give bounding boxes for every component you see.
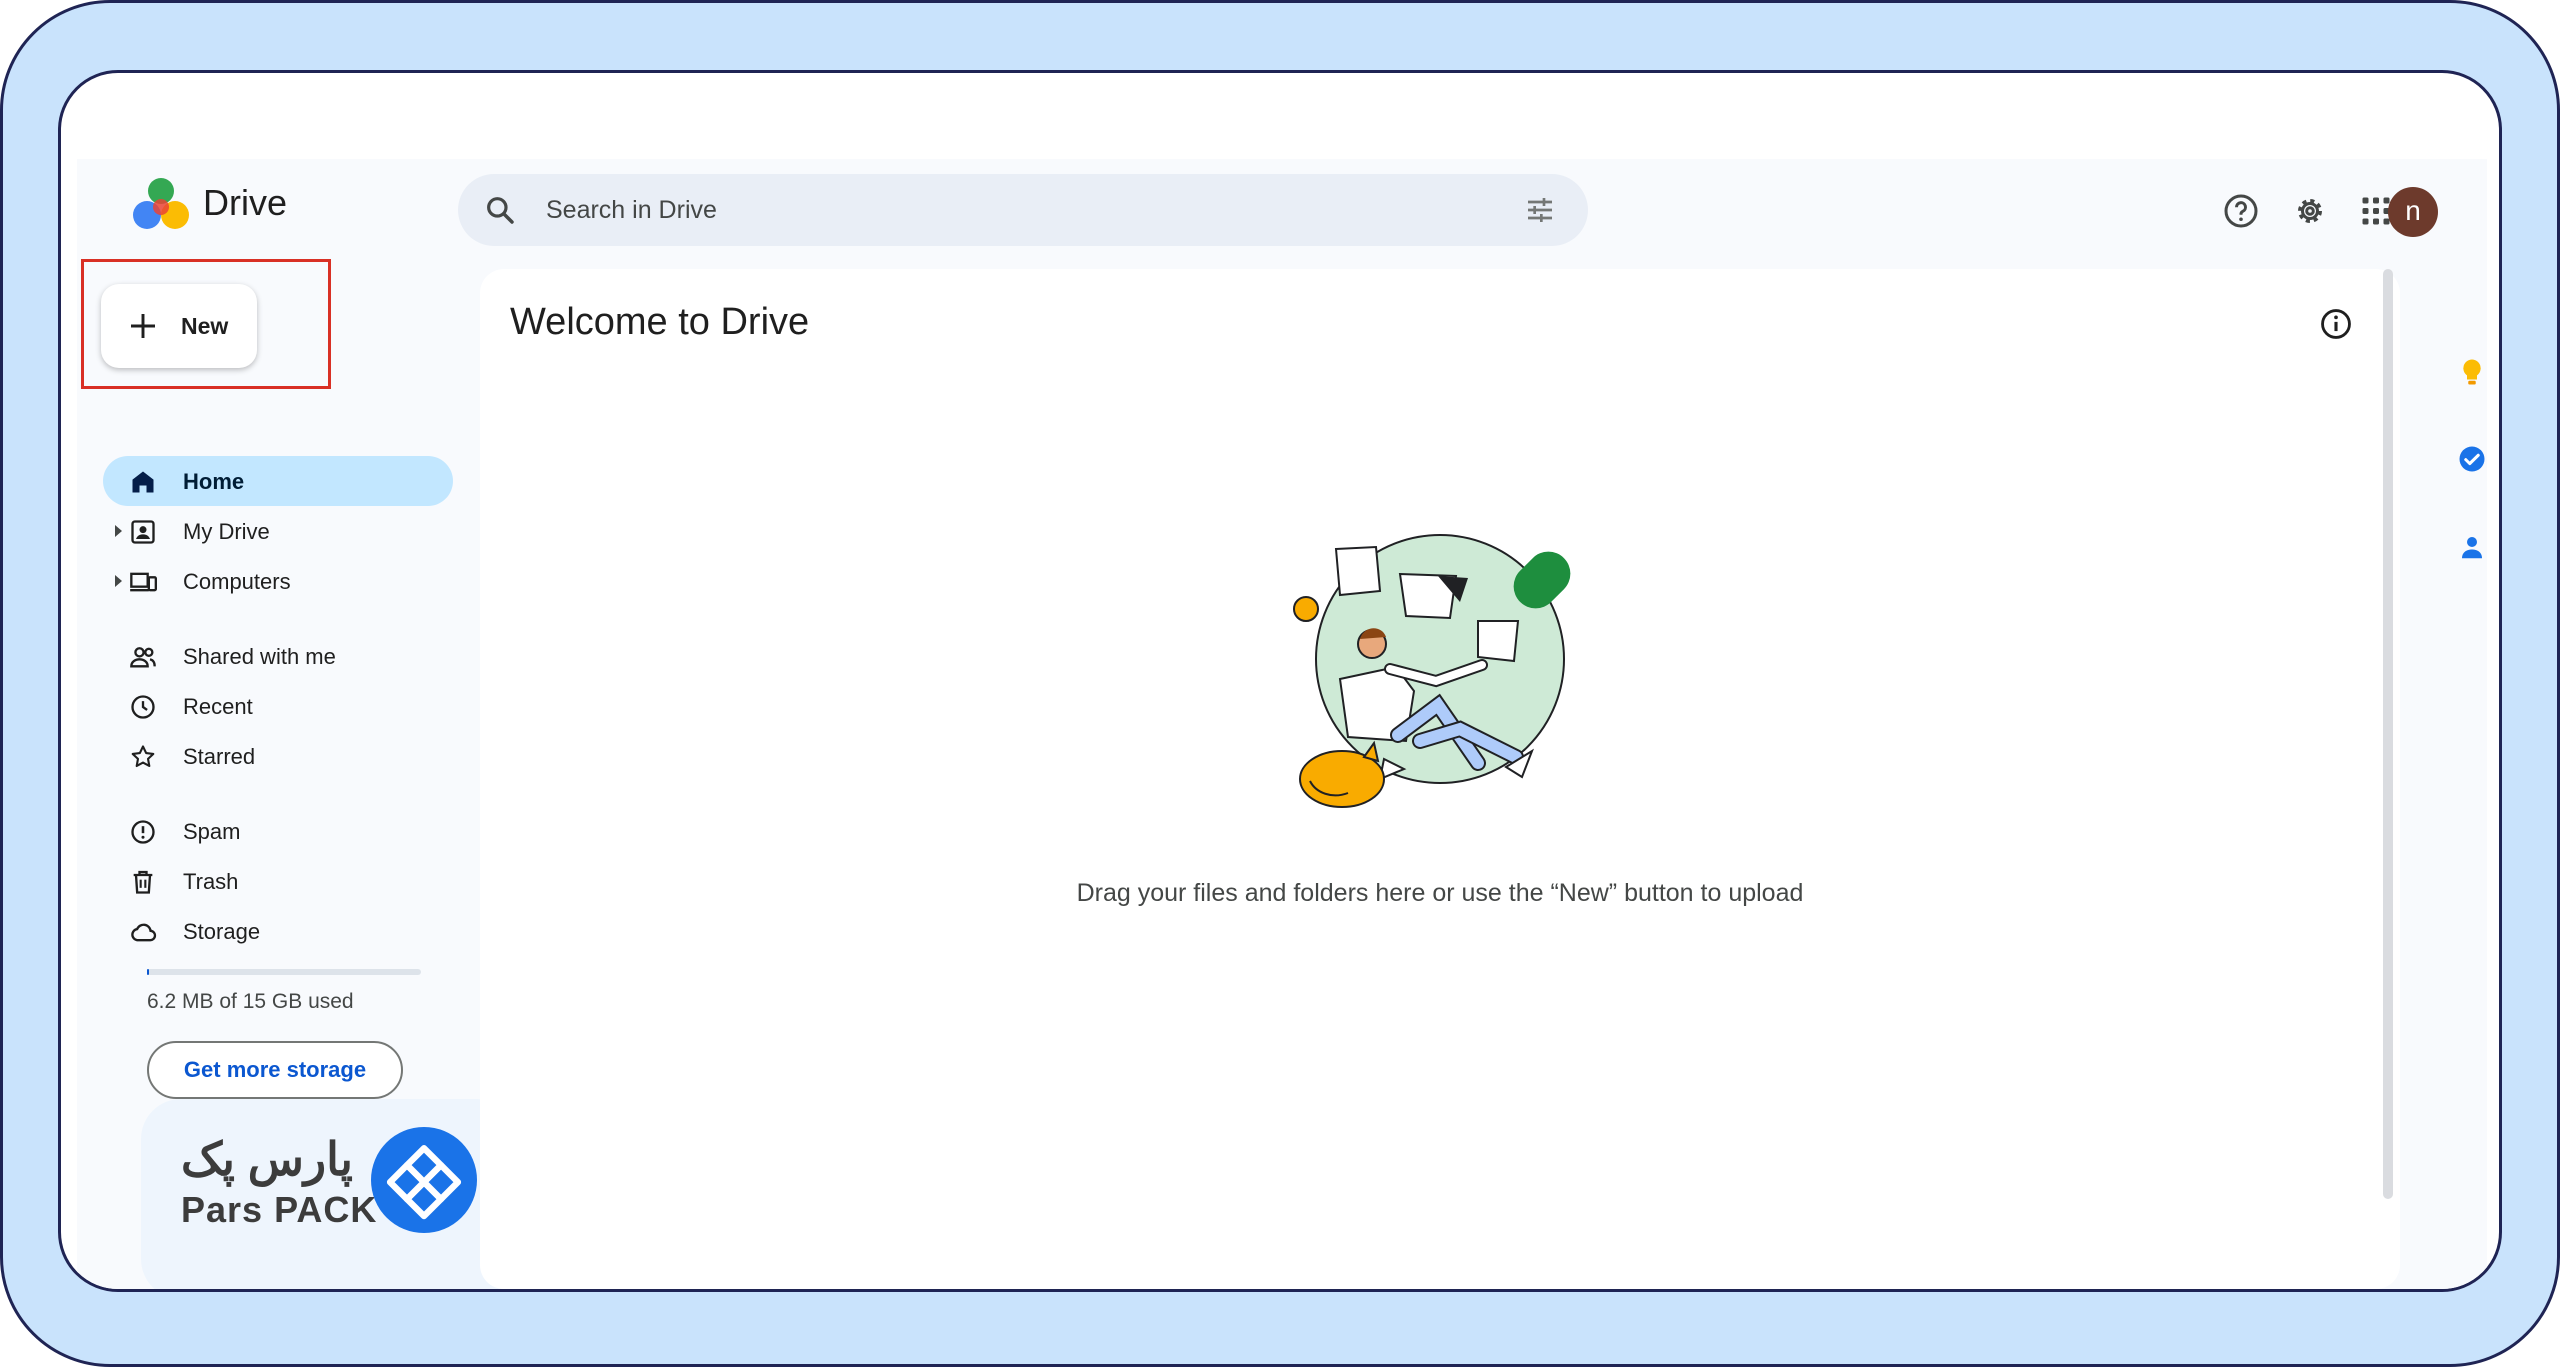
sidebar-item-label: My Drive [183, 519, 270, 544]
cloud-icon [131, 923, 157, 942]
parspack-logo-icon [371, 1127, 477, 1233]
sidebar-item-label: Starred [183, 744, 256, 769]
watermark-english-text: Pars PACK [181, 1189, 378, 1230]
sidebar-item-label: Trash [183, 869, 239, 894]
drive-logo-icon[interactable] [132, 177, 190, 231]
new-button-label: New [181, 313, 229, 339]
watermark-persian-text: پارس پک [181, 1133, 353, 1185]
search-icon[interactable] [484, 194, 516, 226]
search-bar[interactable]: Search in Drive [458, 174, 1588, 246]
computers-icon [130, 572, 157, 592]
sidebar-item-label: Shared with me [183, 644, 336, 669]
tasks-icon[interactable] [2457, 444, 2487, 474]
settings-gear-icon[interactable] [2292, 193, 2328, 229]
drive-app: Drive Search in Drive n New Home My Driv… [77, 159, 2487, 1289]
main-content-panel: Welcome to Drive Drag your files and fol… [480, 269, 2400, 1289]
home-icon [132, 471, 154, 493]
search-input[interactable]: Search in Drive [546, 194, 717, 226]
sidebar-item-label: Recent [183, 694, 253, 719]
sidebar-item-label: Computers [183, 569, 291, 594]
sidebar-item-my-drive[interactable]: My Drive [103, 506, 453, 556]
app-name[interactable]: Drive [203, 179, 287, 227]
expand-caret-icon[interactable] [115, 525, 122, 537]
sidebar-item-label: Storage [183, 919, 261, 944]
account-avatar[interactable]: n [2388, 187, 2438, 237]
info-icon[interactable] [2319, 307, 2353, 341]
spam-icon [131, 820, 155, 844]
sidebar-item-trash[interactable]: Trash [103, 856, 453, 906]
plus-icon [131, 314, 155, 338]
get-more-storage-button[interactable]: Get more storage [147, 1041, 403, 1099]
sidebar-item-spam[interactable]: Spam [103, 806, 453, 856]
sidebar-item-home[interactable]: Home [103, 456, 453, 506]
empty-state-message: Drag your files and folders here or use … [1076, 879, 1804, 907]
storage-usage-bar [147, 969, 421, 975]
sidebar-item-shared-with-me[interactable]: Shared with me [103, 631, 453, 681]
new-button[interactable]: New [101, 284, 257, 368]
search-options-icon[interactable] [1524, 194, 1556, 226]
keep-icon[interactable] [2457, 357, 2487, 387]
vertical-scrollbar[interactable] [2383, 269, 2393, 1199]
page-title: Welcome to Drive [510, 301, 810, 343]
shared-with-me-icon [130, 647, 156, 668]
trash-icon [133, 870, 153, 894]
my-drive-icon [131, 520, 155, 544]
contacts-icon[interactable] [2457, 532, 2487, 562]
storage-usage-fill [147, 969, 150, 975]
sidebar-item-recent[interactable]: Recent [103, 681, 453, 731]
screen-frame: Drive Search in Drive n New Home My Driv… [58, 70, 2502, 1292]
sidebar-item-storage[interactable]: Storage [103, 906, 453, 956]
expand-caret-icon[interactable] [115, 575, 122, 587]
clock-icon [131, 695, 155, 719]
sidebar-item-starred[interactable]: Starred [103, 731, 453, 781]
sidebar-item-label: Home [183, 469, 245, 494]
sidebar-item-label: Spam [183, 819, 241, 844]
sidebar-item-computers[interactable]: Computers [103, 556, 453, 606]
empty-state-illustration [1293, 534, 1571, 808]
star-icon [131, 745, 155, 768]
storage-used-text: 6.2 MB of 15 GB used [147, 990, 354, 1013]
help-icon[interactable] [2223, 193, 2259, 229]
